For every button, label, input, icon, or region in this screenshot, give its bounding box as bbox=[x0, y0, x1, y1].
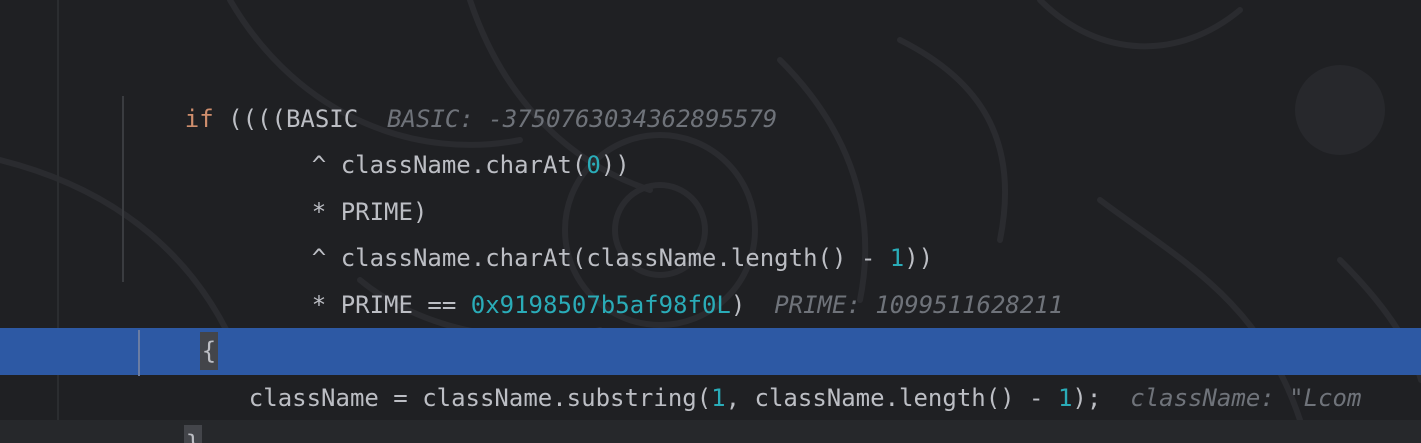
code-line-close-brace[interactable]: } bbox=[126, 375, 203, 443]
number-literal: 1 bbox=[711, 384, 726, 412]
hex-literal: 0x9198507b5af98f0L bbox=[470, 291, 731, 319]
code-line-open-brace[interactable]: { bbox=[142, 282, 219, 370]
inline-value-hint-prime: PRIME: 1099511628211 bbox=[774, 291, 1064, 319]
indent-guide bbox=[138, 330, 140, 376]
code-line-substring[interactable]: className = className.substring(1, class… bbox=[191, 329, 1362, 412]
keyword-if: if bbox=[184, 105, 214, 133]
code-text: ); bbox=[1072, 384, 1102, 412]
code-text: ) bbox=[730, 291, 746, 319]
gutter-divider bbox=[57, 0, 59, 443]
code-editor[interactable]: if ((((BASIC BASIC: -3750763034362895579… bbox=[0, 0, 1421, 443]
matched-brace-close: } bbox=[183, 425, 203, 443]
inline-value-hint-classname: className: "Lcom bbox=[1130, 384, 1362, 412]
indent-guide bbox=[122, 96, 124, 282]
code-line-prime[interactable]: * PRIME) bbox=[254, 143, 428, 226]
code-text: * PRIME == bbox=[311, 291, 471, 319]
code-line-prime-compare[interactable]: * PRIME == 0x9198507b5af98f0L) PRIME: 10… bbox=[254, 236, 1063, 319]
code-line-if[interactable]: if ((((BASIC BASIC: -3750763034362895579 bbox=[127, 50, 777, 133]
number-literal: 1 bbox=[1057, 384, 1073, 412]
code-text: )) bbox=[600, 151, 630, 179]
code-line-charat-0[interactable]: ^ className.charAt(0)) bbox=[254, 96, 630, 179]
number-literal: 0 bbox=[586, 151, 601, 179]
code-line-charat-last[interactable]: ^ className.charAt(className.length() - … bbox=[254, 189, 933, 272]
code-text: , className.length() - bbox=[725, 384, 1058, 412]
code-text: className = className.substring( bbox=[248, 384, 712, 412]
